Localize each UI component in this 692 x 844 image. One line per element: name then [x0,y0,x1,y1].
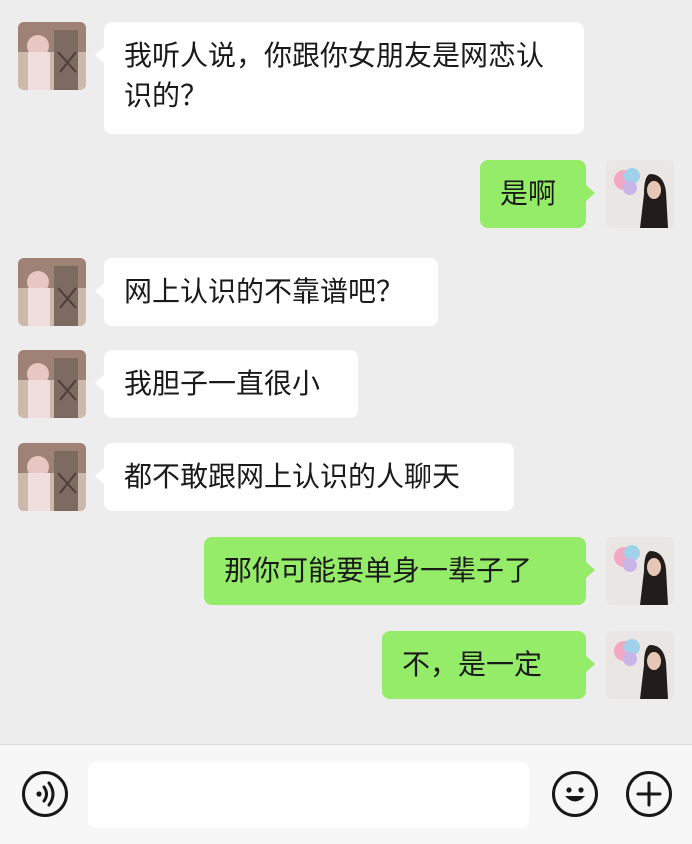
message-bubble-sent[interactable]: 不，是一定 [382,631,595,699]
message-bubble-received[interactable]: 都不敢跟网上认识的人聊天 [95,443,514,511]
message-row: 网上认识的不靠谱吧？ [0,258,692,326]
message-bubble-received[interactable]: 我听人说，你跟你女朋友是网恋认识的？ [95,22,584,134]
contact-avatar[interactable] [18,22,86,90]
contact-avatar[interactable] [18,443,86,511]
contact-avatar[interactable] [18,258,86,326]
chat-message-list[interactable]: 我听人说，你跟你女朋友是网恋认识的？ 是啊 网上认识的不靠谱吧？ 我胆子一直很小… [0,0,692,744]
message-text: 是啊 [500,177,557,210]
message-text: 那你可能要单身一辈子了 [224,554,533,587]
message-bubble-sent[interactable]: 是啊 [480,160,595,228]
message-bubble-sent[interactable]: 那你可能要单身一辈子了 [204,537,595,605]
emoji-icon [565,787,585,802]
message-text: 我听人说，你跟你女朋友是网恋认识的？ [124,39,545,112]
message-row: 我胆子一直很小 [0,350,692,418]
voice-button[interactable] [22,771,68,817]
message-row: 不，是一定 [0,631,692,699]
plus-icon [636,781,662,807]
contact-avatar[interactable] [18,350,86,418]
message-bubble-received[interactable]: 我胆子一直很小 [95,350,358,418]
message-row: 那你可能要单身一辈子了 [0,537,692,605]
message-row: 是啊 [0,160,692,228]
user-avatar[interactable] [606,537,674,605]
emoji-button[interactable] [552,771,598,817]
message-input[interactable] [88,762,529,828]
message-bubble-received[interactable]: 网上认识的不靠谱吧？ [95,258,438,326]
message-row: 都不敢跟网上认识的人聊天 [0,443,692,511]
message-text: 网上认识的不靠谱吧？ [124,275,405,308]
user-avatar[interactable] [606,160,674,228]
more-actions-button[interactable] [626,771,672,817]
message-text: 都不敢跟网上认识的人聊天 [124,460,461,493]
user-avatar[interactable] [606,631,674,699]
message-text: 我胆子一直很小 [124,367,321,400]
message-row: 我听人说，你跟你女朋友是网恋认识的？ [0,22,692,134]
message-text: 不，是一定 [402,648,543,681]
voice-icon [36,781,55,807]
